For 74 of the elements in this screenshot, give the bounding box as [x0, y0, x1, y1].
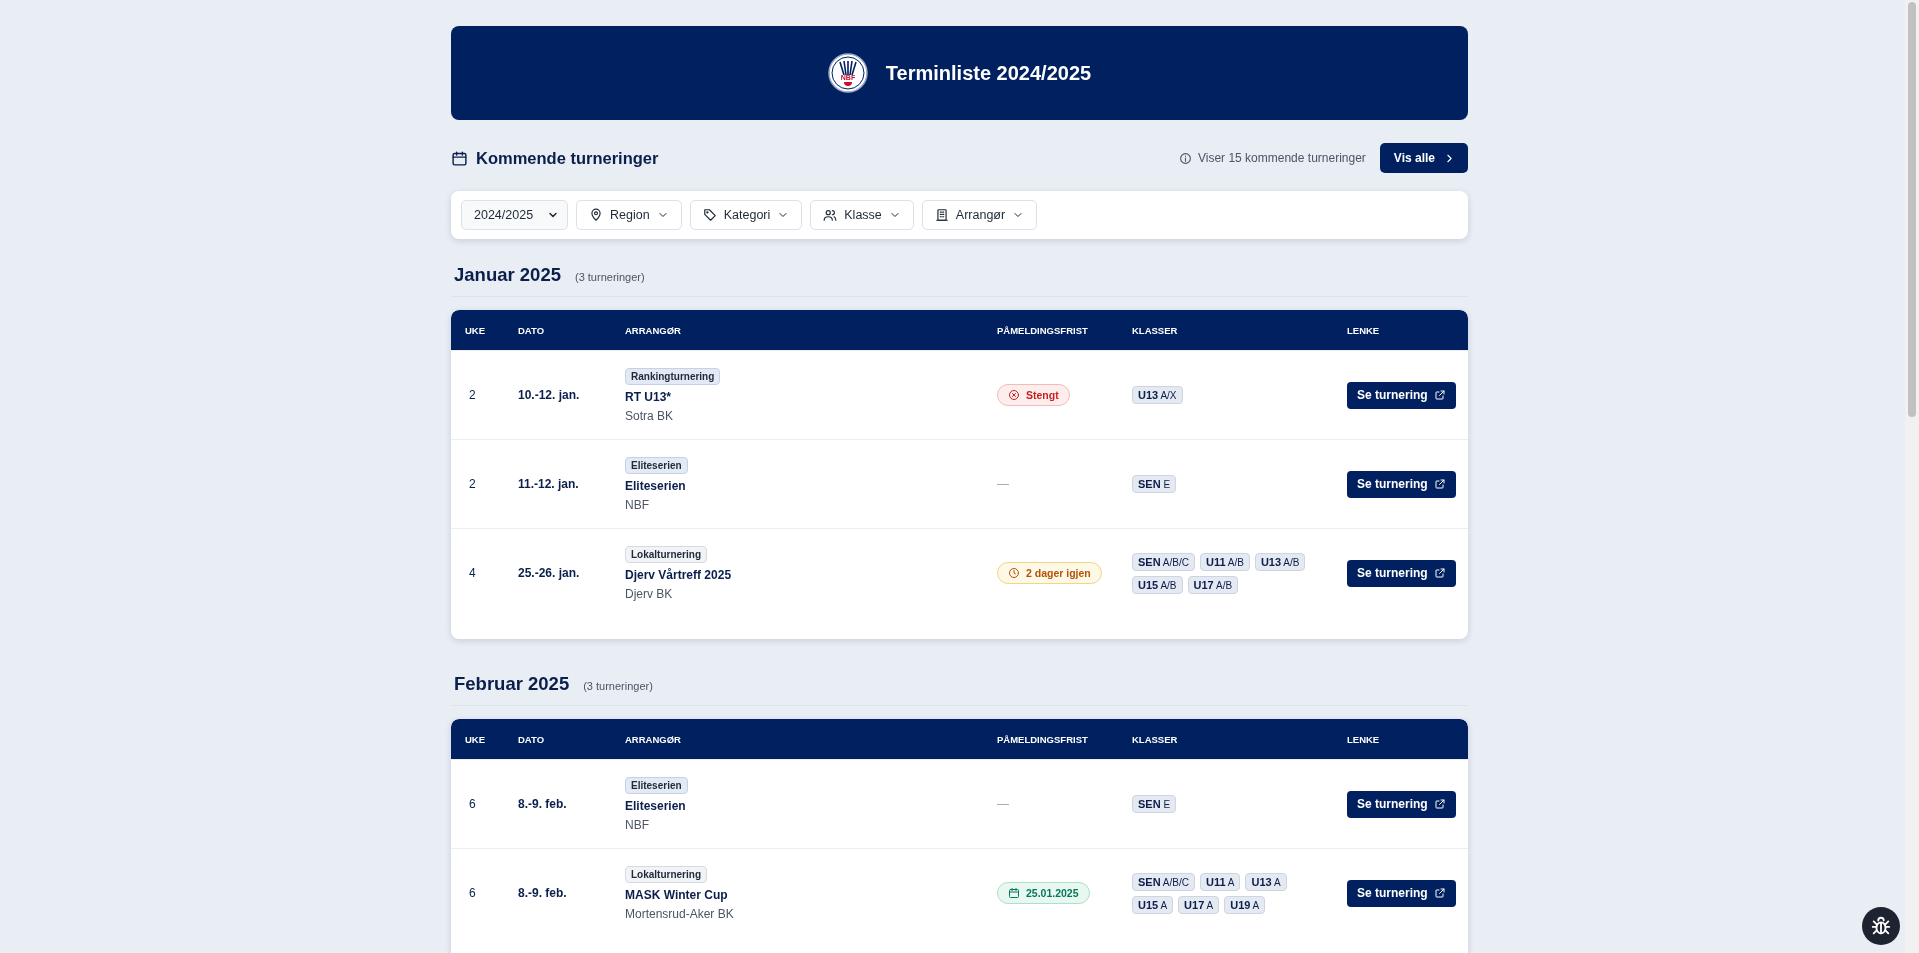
- class-chip: U19 A: [1224, 895, 1266, 914]
- month-title: Februar 2025: [454, 673, 570, 695]
- column-header: LENKE: [1347, 324, 1381, 336]
- show-all-button[interactable]: Vis alle: [1379, 143, 1468, 173]
- week-cell-text: 2: [468, 388, 477, 402]
- see-tournament-button[interactable]: Se turnering: [1347, 381, 1456, 409]
- no-deadline: —: [997, 477, 1009, 491]
- column-header: ARRANGØR: [625, 733, 682, 745]
- date-cell-text: 10.-12. jan.: [518, 388, 581, 402]
- column-header: UKE: [465, 733, 487, 745]
- column-header: DATO: [518, 324, 546, 336]
- page-title: Terminliste 2024/2025: [885, 61, 1092, 85]
- month-title: Januar 2025: [454, 264, 561, 286]
- date-cell-text: 25.-26. jan.: [518, 566, 581, 580]
- class-chip: U17 A/B: [1187, 575, 1239, 594]
- tournament-name: RT U13*: [625, 389, 671, 404]
- filter-dropdown[interactable]: Klasse: [810, 200, 914, 230]
- see-tournament-button[interactable]: Se turnering: [1347, 470, 1456, 498]
- class-chip: SEN E: [1132, 795, 1177, 813]
- filter-dropdown[interactable]: Arrangør: [921, 200, 1038, 230]
- class-chip: U11 A/B: [1200, 552, 1250, 571]
- deadline-status: 25.01.2025: [997, 882, 1090, 904]
- filter-dropdown[interactable]: Region: [576, 200, 682, 230]
- week-cell-text: 4: [468, 566, 477, 580]
- week-cell-text: 6: [468, 886, 477, 900]
- week-cell-text: 6: [468, 797, 477, 811]
- column-header: KLASSER: [1132, 324, 1179, 336]
- see-tournament-button[interactable]: Se turnering: [1347, 790, 1456, 818]
- filter-dropdown[interactable]: Kategori: [689, 200, 803, 230]
- category-tag: Rankingturnering: [625, 367, 721, 385]
- class-chip: U13 A/B: [1254, 552, 1306, 571]
- date-cell-text: 8.-9. feb.: [518, 797, 568, 811]
- tournament-name: MASK Winter Cup: [625, 887, 728, 902]
- see-tournament-button[interactable]: Se turnering: [1347, 879, 1456, 907]
- column-header: PÅMELDINGSFRIST: [997, 733, 1089, 745]
- organizer-name: NBF: [625, 497, 649, 512]
- tournament-count: (3 turneringer): [574, 271, 645, 283]
- date-cell-text: 8.-9. feb.: [518, 886, 568, 900]
- see-tournament-button[interactable]: Se turnering: [1347, 559, 1456, 587]
- organizer-name: NBF: [625, 817, 649, 832]
- tournament-name: Eliteserien: [625, 798, 686, 813]
- upcoming-count: Viser 15 kommende turneringer: [1197, 151, 1366, 165]
- class-chip: U15 A: [1132, 895, 1174, 914]
- column-header: UKE: [465, 324, 487, 336]
- deadline-status: 2 dager igjen: [997, 562, 1102, 584]
- class-chip: U15 A/B: [1132, 575, 1183, 594]
- tournament-name: Djerv Vårtreff 2025: [625, 567, 732, 582]
- column-header: PÅMELDINGSFRIST: [997, 324, 1089, 336]
- column-header: ARRANGØR: [625, 324, 682, 336]
- class-chip: U13 A/X: [1132, 386, 1183, 404]
- class-chip: SEN E: [1132, 475, 1177, 493]
- class-chip: U11 A: [1200, 872, 1241, 891]
- deadline-status: Stengt: [997, 384, 1070, 406]
- organizer-name: Djerv BK: [625, 586, 673, 601]
- category-tag: Eliteserien: [625, 456, 688, 474]
- section-title: Kommende turneringer: [476, 148, 659, 168]
- category-tag: Lokalturnering: [625, 865, 707, 883]
- category-tag: Eliteserien: [625, 776, 688, 794]
- category-tag: Lokalturnering: [625, 545, 707, 563]
- date-cell-text: 11.-12. jan.: [518, 477, 580, 491]
- class-chip: SEN A/B/C: [1132, 872, 1195, 891]
- organizer-name: Sotra BK: [625, 408, 674, 423]
- column-header: DATO: [518, 733, 546, 745]
- tournament-name: Eliteserien: [625, 478, 686, 493]
- column-header: LENKE: [1347, 733, 1381, 745]
- week-cell-text: 2: [468, 477, 477, 491]
- organizer-name: Mortensrud-Aker BK: [625, 906, 734, 921]
- class-chip: U17 A: [1178, 895, 1220, 914]
- tournament-count: (3 turneringer): [583, 680, 653, 692]
- column-header: KLASSER: [1132, 733, 1179, 745]
- class-chip: SEN A/B/C: [1132, 552, 1195, 571]
- season-select[interactable]: 2024/2025: [461, 200, 569, 230]
- no-deadline: —: [997, 797, 1009, 811]
- class-chip: U13 A: [1245, 872, 1287, 891]
